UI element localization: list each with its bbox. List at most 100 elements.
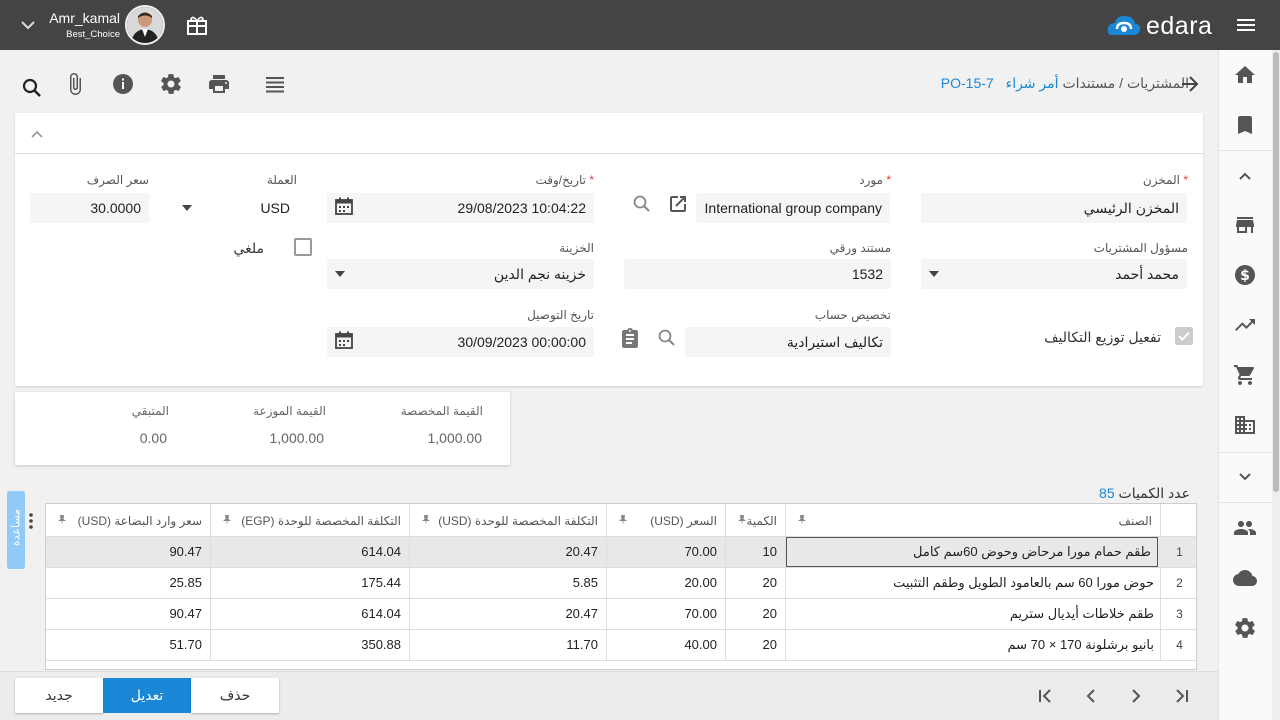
print-icon[interactable] [207, 72, 231, 96]
unit-usd-cell[interactable]: 11.70 [410, 630, 607, 660]
qty-cell[interactable]: 20 [726, 568, 786, 598]
price-cell[interactable]: 20.00 [607, 568, 726, 598]
landed-cost-cell[interactable]: 51.70 [46, 630, 211, 660]
pin-icon[interactable] [736, 514, 748, 526]
settings-icon[interactable] [1233, 616, 1257, 640]
table-row[interactable]: 1 طقم حمام مورا مرحاض وحوض 60سم كامل 10 … [46, 536, 1196, 567]
building-icon[interactable] [1233, 413, 1257, 437]
search-icon[interactable] [656, 327, 678, 349]
grid-header-item[interactable]: الصنف [786, 504, 1161, 536]
item-cell[interactable]: بانيو برشلونة 170 × 70 سم [786, 630, 1161, 660]
pin-icon[interactable] [796, 514, 808, 526]
calendar-icon[interactable] [333, 329, 355, 351]
pin-icon[interactable] [56, 514, 68, 526]
price-cell[interactable]: 70.00 [607, 537, 726, 567]
home-icon[interactable] [1233, 63, 1257, 87]
unit-usd-cell[interactable]: 20.47 [410, 599, 607, 629]
warehouse-field[interactable]: المخزن الرئيسي [921, 193, 1187, 223]
edara-logo[interactable]: edara [1106, 11, 1221, 41]
paper-doc-field[interactable]: 1532 [624, 259, 891, 289]
new-button[interactable]: جديد [15, 678, 103, 713]
price-cell[interactable]: 70.00 [607, 599, 726, 629]
unit-egp-cell[interactable]: 350.88 [211, 630, 410, 660]
page-scrollbar-thumb[interactable] [1273, 52, 1279, 492]
chevron-up-icon[interactable] [29, 127, 45, 141]
landed-cost-cell[interactable]: 25.85 [46, 568, 211, 598]
chevron-down-icon[interactable] [18, 16, 38, 34]
gift-icon[interactable] [186, 14, 208, 36]
qty-cell[interactable]: 20 [726, 630, 786, 660]
pin-icon[interactable] [617, 514, 629, 526]
unit-usd-cell[interactable]: 5.85 [410, 568, 607, 598]
account-field[interactable]: تكاليف استيرادية [685, 327, 891, 357]
help-tab[interactable]: مساعدة [7, 491, 25, 569]
unit-usd-cell[interactable]: 20.47 [410, 537, 607, 567]
trending-up-icon[interactable] [1233, 313, 1257, 337]
avatar[interactable] [125, 5, 165, 45]
calendar-icon[interactable] [333, 195, 355, 217]
unit-egp-cell[interactable]: 614.04 [211, 537, 410, 567]
clipboard-icon[interactable] [619, 327, 641, 349]
edit-button[interactable]: تعديل [103, 678, 191, 713]
landed-cost-cell[interactable]: 90.47 [46, 537, 211, 567]
price-cell[interactable]: 40.00 [607, 630, 726, 660]
pin-icon[interactable] [420, 514, 432, 526]
delivery-date-field[interactable]: 30/09/2023 00:00:00 [327, 327, 594, 357]
unit-egp-cell[interactable]: 614.04 [211, 599, 410, 629]
cancelled-label: ملغي [233, 240, 264, 256]
item-cell[interactable]: طقم خلاطات أيديال ستريم [786, 599, 1161, 629]
arrow-back-icon[interactable] [1178, 73, 1200, 95]
cost-distribution-checkbox[interactable] [1175, 327, 1193, 345]
table-row[interactable]: 4 بانيو برشلونة 170 × 70 سم 20 40.00 11.… [46, 629, 1196, 660]
grid-header-unit-usd[interactable]: التكلفة المخصصة للوحدة (USD) [410, 504, 607, 536]
item-cell[interactable]: حوض مورا 60 سم بالعامود الطويل وطقم التث… [786, 568, 1161, 598]
chevron-down-icon[interactable] [1233, 464, 1257, 488]
more-vert-icon[interactable] [29, 512, 33, 530]
cart-icon[interactable] [1233, 363, 1257, 387]
breadcrumb-section[interactable]: المشتريات / مستندات [1062, 75, 1189, 91]
table-row[interactable]: 3 طقم خلاطات أيديال ستريم 20 70.00 20.47… [46, 598, 1196, 629]
landed-cost-cell[interactable]: 90.47 [46, 599, 211, 629]
next-page-icon[interactable] [1126, 686, 1146, 706]
gear-icon[interactable] [159, 72, 183, 96]
treasury-select[interactable]: خزينه نجم الدين [327, 259, 594, 289]
datetime-field[interactable]: 29/08/2023 10:04:22 [327, 193, 594, 223]
search-icon[interactable] [20, 76, 44, 100]
rate-field[interactable]: 30.0000 [30, 193, 149, 223]
grid-header-price[interactable]: السعر (USD) [607, 504, 726, 536]
supplier-field[interactable]: International group company [696, 193, 890, 223]
pin-icon[interactable] [221, 514, 233, 526]
cloud-icon[interactable] [1233, 566, 1257, 590]
store-icon[interactable] [1233, 213, 1257, 237]
table-row[interactable]: 2 حوض مورا 60 سم بالعامود الطويل وطقم ال… [46, 567, 1196, 598]
open-external-icon[interactable] [667, 193, 689, 215]
search-icon[interactable] [631, 193, 653, 215]
breadcrumb-doc-type[interactable]: أمر شراء [1006, 75, 1059, 91]
buyer-select[interactable]: محمد أحمد [921, 259, 1187, 289]
grid-header-qty[interactable]: الكمية [726, 504, 786, 536]
previous-page-icon[interactable] [1081, 686, 1101, 706]
first-page-icon[interactable] [1036, 686, 1056, 706]
quantity-count-label: عدد الكميات [1118, 485, 1190, 501]
qty-cell[interactable]: 10 [726, 537, 786, 567]
list-icon[interactable] [263, 72, 287, 96]
bookmark-icon[interactable] [1233, 113, 1257, 137]
unit-egp-cell[interactable]: 175.44 [211, 568, 410, 598]
top-bar: Amr_kamal Best_Choice edara [0, 0, 1280, 50]
grid-header-unit-egp[interactable]: التكلفة المخصصة للوحدة (EGP) [211, 504, 410, 536]
grid-header-landed[interactable]: سعر وارد البضاعة (USD) [46, 504, 211, 536]
info-icon[interactable] [111, 72, 135, 96]
delete-button[interactable]: حذف [191, 678, 279, 713]
dollar-icon[interactable]: $ [1233, 263, 1257, 287]
qty-cell[interactable]: 20 [726, 599, 786, 629]
chevron-up-icon[interactable] [1233, 164, 1257, 188]
item-cell[interactable]: طقم حمام مورا مرحاض وحوض 60سم كامل [786, 537, 1158, 567]
cancelled-checkbox[interactable] [294, 238, 312, 256]
menu-icon[interactable] [1236, 17, 1256, 33]
currency-select[interactable]: USD [178, 193, 298, 223]
user-info[interactable]: Amr_kamal Best_Choice [40, 10, 120, 40]
last-page-icon[interactable] [1171, 686, 1191, 706]
attachment-icon[interactable] [63, 72, 87, 96]
people-icon[interactable] [1233, 516, 1257, 540]
table-row[interactable] [46, 660, 1196, 669]
